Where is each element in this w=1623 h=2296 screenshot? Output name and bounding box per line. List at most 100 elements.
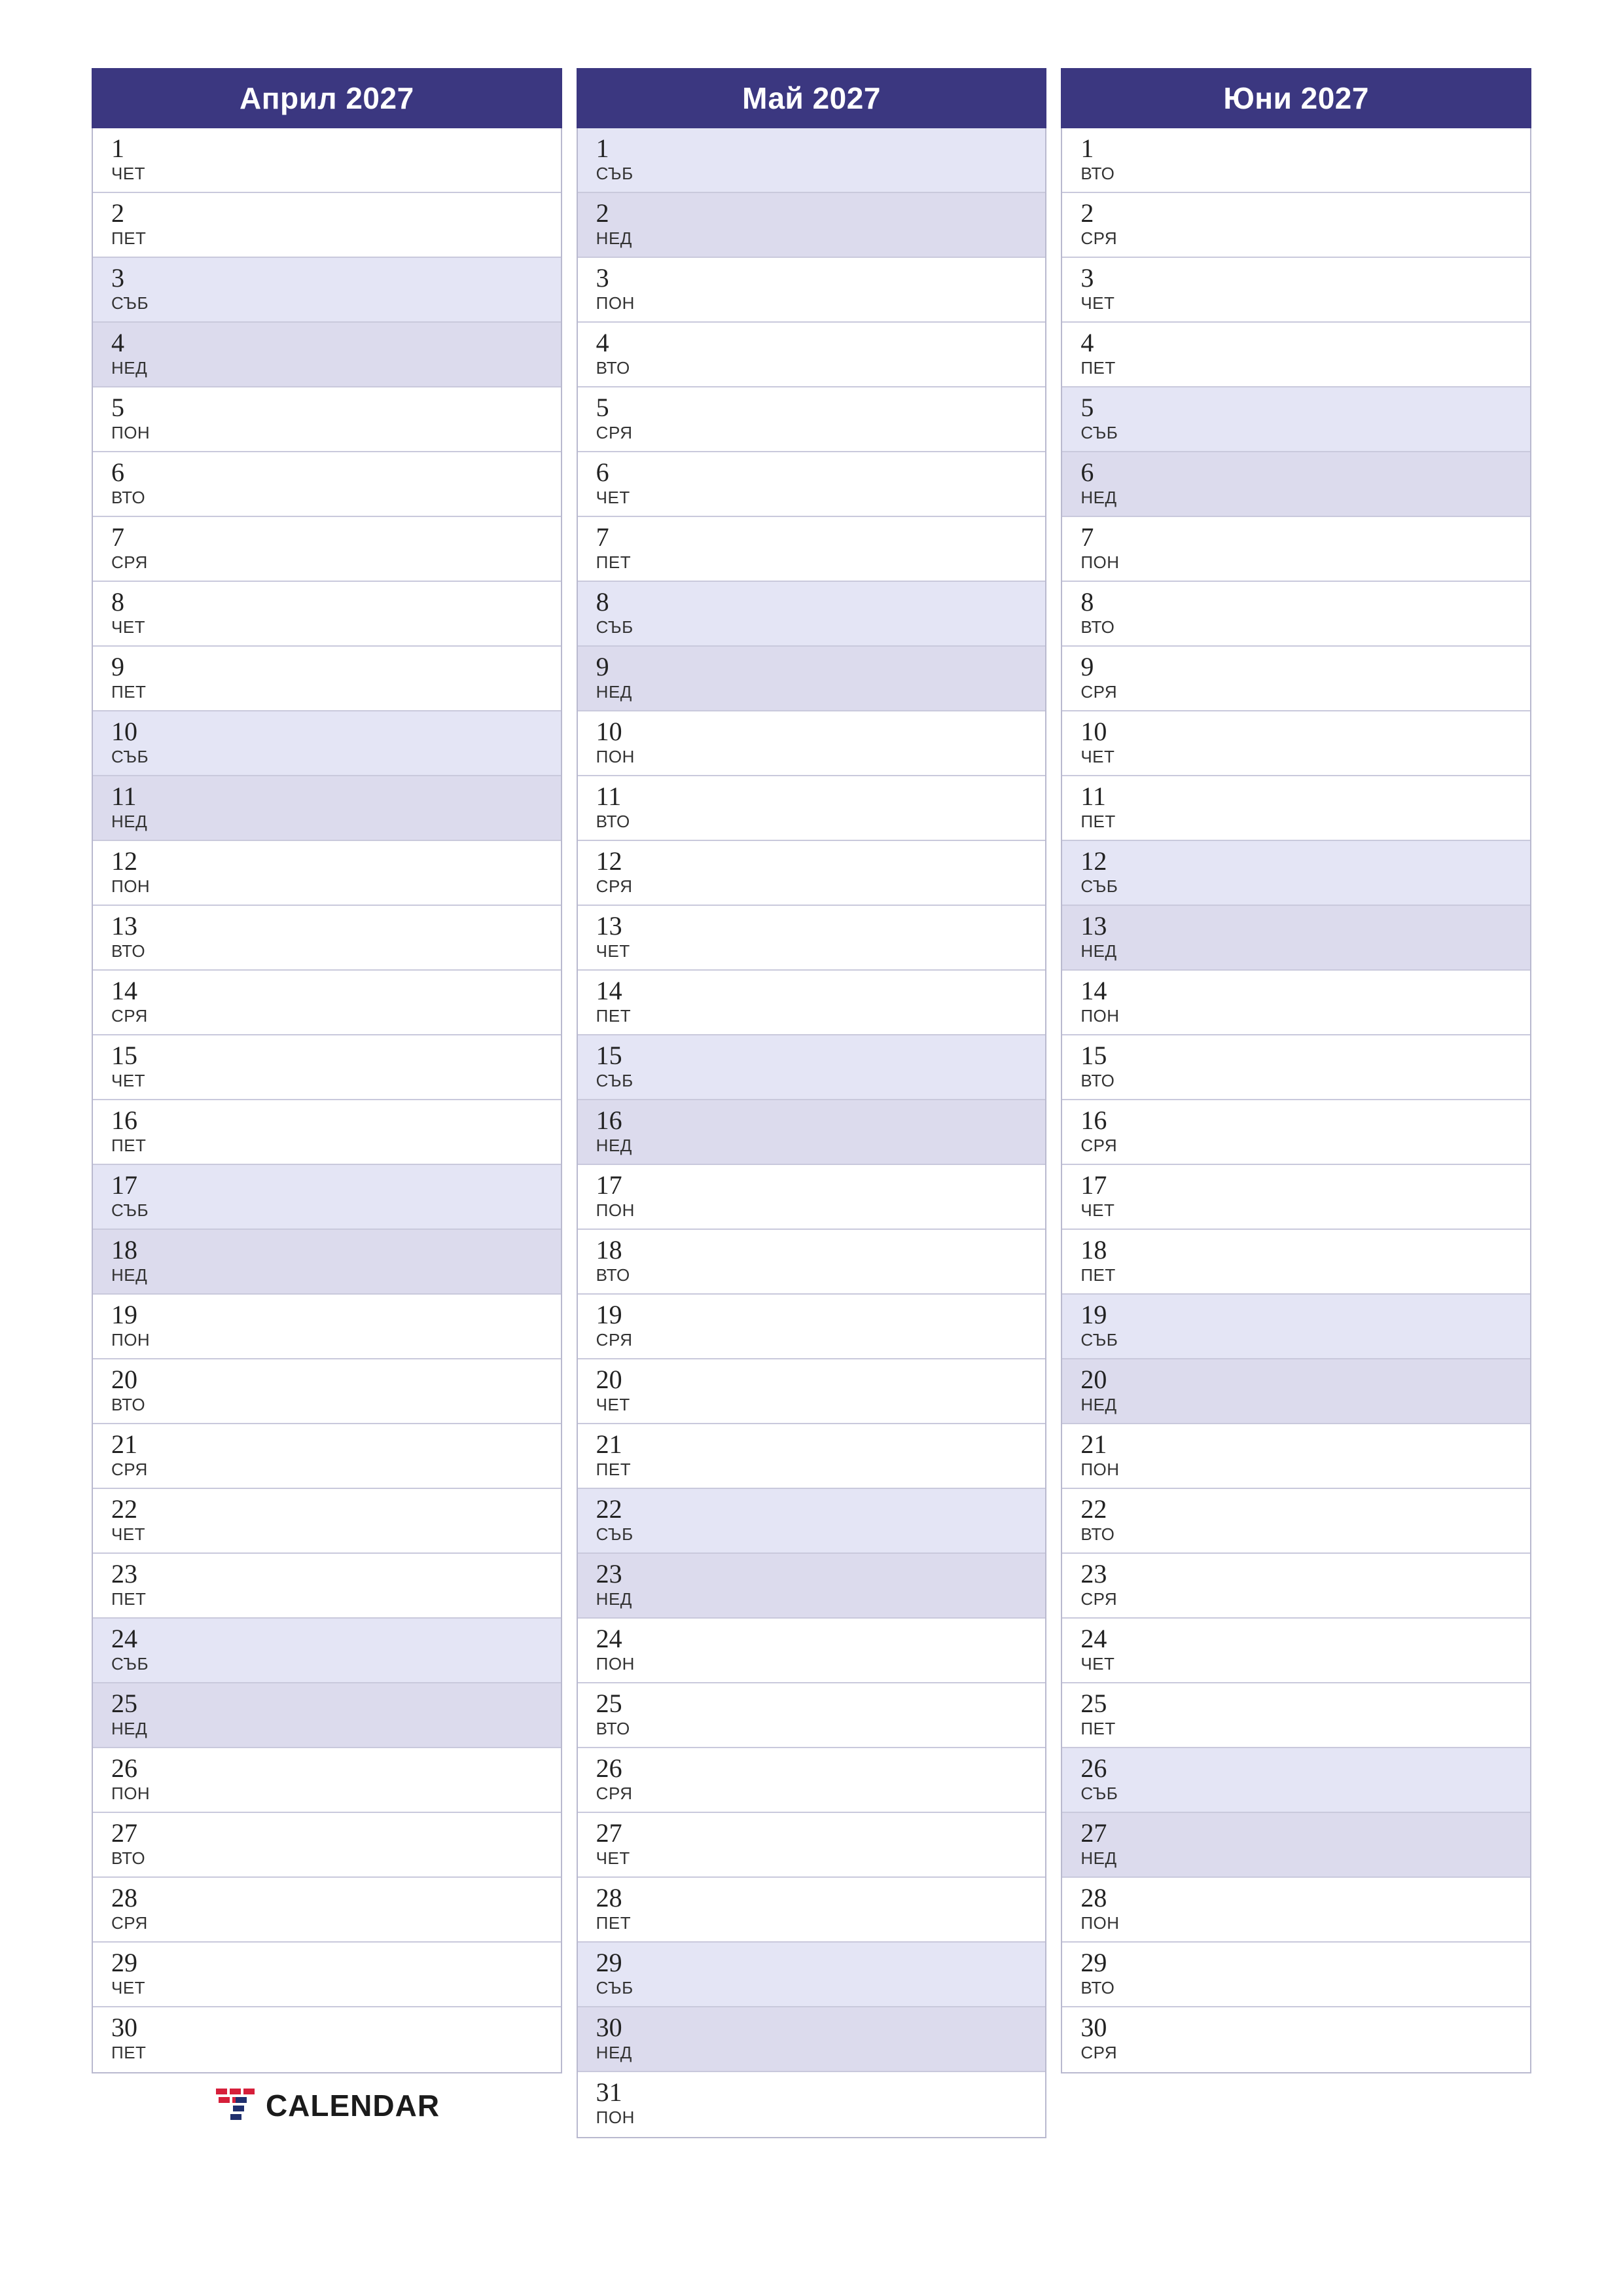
day-row[interactable]: 24 СЪБ [93, 1619, 561, 1683]
day-row[interactable]: 26 СЪБ [1062, 1748, 1531, 1813]
day-row[interactable]: 23 ПЕТ [93, 1554, 561, 1619]
day-row[interactable]: 25 ПЕТ [1062, 1683, 1531, 1748]
day-row[interactable]: 5 СЪБ [1062, 387, 1531, 452]
day-row[interactable]: 15 ЧЕТ [93, 1035, 561, 1100]
month-columns: Април 2027 1 ЧЕТ 2 ПЕТ 3 СЪБ 4 НЕД 5 ПОН 6 ВТО 7 СРЯ 8 Ч… [92, 68, 1532, 2138]
day-row[interactable]: 28 СРЯ [93, 1878, 561, 1943]
day-row[interactable]: 18 НЕД [93, 1230, 561, 1295]
day-row[interactable]: 4 ПЕТ [1062, 323, 1531, 387]
day-row[interactable]: 28 ПЕТ [577, 1878, 1046, 1943]
day-row[interactable]: 22 ЧЕТ [93, 1489, 561, 1554]
day-row[interactable]: 13 ЧЕТ [577, 906, 1046, 971]
day-row[interactable]: 21 ПЕТ [577, 1424, 1046, 1489]
day-row[interactable]: 25 ВТО [577, 1683, 1046, 1748]
day-row[interactable]: 13 ВТО [93, 906, 561, 971]
day-row[interactable]: 27 ЧЕТ [577, 1813, 1046, 1878]
day-row[interactable]: 30 ПЕТ [93, 2007, 561, 2072]
day-row[interactable]: 9 СРЯ [1062, 647, 1531, 711]
day-row[interactable]: 6 НЕД [1062, 452, 1531, 517]
day-number: 23 [111, 1559, 137, 1588]
day-row[interactable]: 1 ЧЕТ [93, 128, 561, 193]
day-row[interactable]: 21 ПОН [1062, 1424, 1531, 1489]
day-row[interactable]: 1 СЪБ [577, 128, 1046, 193]
day-row[interactable]: 25 НЕД [93, 1683, 561, 1748]
day-row[interactable]: 3 СЪБ [93, 258, 561, 323]
day-row[interactable]: 30 СРЯ [1062, 2007, 1531, 2072]
day-row[interactable]: 11 ПЕТ [1062, 776, 1531, 841]
day-row[interactable]: 4 НЕД [93, 323, 561, 387]
day-row[interactable]: 2 ПЕТ [93, 193, 561, 258]
day-row[interactable]: 19 СРЯ [577, 1295, 1046, 1359]
day-number: 22 [596, 1494, 622, 1524]
day-row[interactable]: 23 СРЯ [1062, 1554, 1531, 1619]
day-weekday: ЧЕТ [111, 1071, 146, 1090]
day-row[interactable]: 19 СЪБ [1062, 1295, 1531, 1359]
day-row[interactable]: 8 СЪБ [577, 582, 1046, 647]
day-row[interactable]: 9 ПЕТ [93, 647, 561, 711]
day-row[interactable]: 14 ПОН [1062, 971, 1531, 1035]
day-row[interactable]: 14 ПЕТ [577, 971, 1046, 1035]
day-row[interactable]: 6 ЧЕТ [577, 452, 1046, 517]
day-weekday: ПОН [596, 747, 635, 766]
day-row[interactable]: 15 СЪБ [577, 1035, 1046, 1100]
day-row[interactable]: 13 НЕД [1062, 906, 1531, 971]
day-row[interactable]: 29 ЧЕТ [93, 1943, 561, 2007]
day-row[interactable]: 28 ПОН [1062, 1878, 1531, 1943]
day-row[interactable]: 20 НЕД [1062, 1359, 1531, 1424]
day-row[interactable]: 19 ПОН [93, 1295, 561, 1359]
day-row[interactable]: 7 ПЕТ [577, 517, 1046, 582]
day-row[interactable]: 7 ПОН [1062, 517, 1531, 582]
day-row[interactable]: 29 ВТО [1062, 1943, 1531, 2007]
day-row[interactable]: 15 ВТО [1062, 1035, 1531, 1100]
day-row[interactable]: 18 ВТО [577, 1230, 1046, 1295]
day-row[interactable]: 17 СЪБ [93, 1165, 561, 1230]
day-row[interactable]: 1 ВТО [1062, 128, 1531, 193]
day-number: 5 [111, 393, 124, 422]
day-row[interactable]: 31 ПОН [577, 2072, 1046, 2137]
day-row[interactable]: 21 СРЯ [93, 1424, 561, 1489]
day-row[interactable]: 29 СЪБ [577, 1943, 1046, 2007]
day-row[interactable]: 8 ЧЕТ [93, 582, 561, 647]
day-row[interactable]: 27 ВТО [93, 1813, 561, 1878]
day-row[interactable]: 10 ЧЕТ [1062, 711, 1531, 776]
day-row[interactable]: 2 СРЯ [1062, 193, 1531, 258]
day-row[interactable]: 11 НЕД [93, 776, 561, 841]
day-row[interactable]: 27 НЕД [1062, 1813, 1531, 1878]
day-row[interactable]: 12 ПОН [93, 841, 561, 906]
day-number: 19 [111, 1300, 137, 1329]
day-row[interactable]: 16 НЕД [577, 1100, 1046, 1165]
day-row[interactable]: 16 СРЯ [1062, 1100, 1531, 1165]
day-row[interactable]: 3 ПОН [577, 258, 1046, 323]
day-row[interactable]: 2 НЕД [577, 193, 1046, 258]
day-row[interactable]: 10 ПОН [577, 711, 1046, 776]
day-row[interactable]: 4 ВТО [577, 323, 1046, 387]
day-row[interactable]: 5 СРЯ [577, 387, 1046, 452]
day-row[interactable]: 12 СЪБ [1062, 841, 1531, 906]
day-row[interactable]: 30 НЕД [577, 2007, 1046, 2072]
day-row[interactable]: 24 ЧЕТ [1062, 1619, 1531, 1683]
day-row[interactable]: 26 ПОН [93, 1748, 561, 1813]
day-row[interactable]: 7 СРЯ [93, 517, 561, 582]
day-row[interactable]: 26 СРЯ [577, 1748, 1046, 1813]
day-row[interactable]: 16 ПЕТ [93, 1100, 561, 1165]
day-row[interactable]: 17 ЧЕТ [1062, 1165, 1531, 1230]
day-row[interactable]: 8 ВТО [1062, 582, 1531, 647]
day-row[interactable]: 10 СЪБ [93, 711, 561, 776]
day-row[interactable]: 17 ПОН [577, 1165, 1046, 1230]
day-row[interactable]: 20 ВТО [93, 1359, 561, 1424]
day-row[interactable]: 9 НЕД [577, 647, 1046, 711]
day-row[interactable]: 6 ВТО [93, 452, 561, 517]
day-row[interactable]: 20 ЧЕТ [577, 1359, 1046, 1424]
day-row[interactable]: 5 ПОН [93, 387, 561, 452]
day-row[interactable]: 11 ВТО [577, 776, 1046, 841]
day-number: 24 [1080, 1624, 1107, 1653]
day-row[interactable]: 24 ПОН [577, 1619, 1046, 1683]
day-row[interactable]: 12 СРЯ [577, 841, 1046, 906]
day-row[interactable]: 3 ЧЕТ [1062, 258, 1531, 323]
day-row[interactable]: 23 НЕД [577, 1554, 1046, 1619]
day-row[interactable]: 22 ВТО [1062, 1489, 1531, 1554]
day-row[interactable]: 14 СРЯ [93, 971, 561, 1035]
day-row[interactable]: 18 ПЕТ [1062, 1230, 1531, 1295]
day-weekday: ВТО [596, 1265, 630, 1285]
day-row[interactable]: 22 СЪБ [577, 1489, 1046, 1554]
